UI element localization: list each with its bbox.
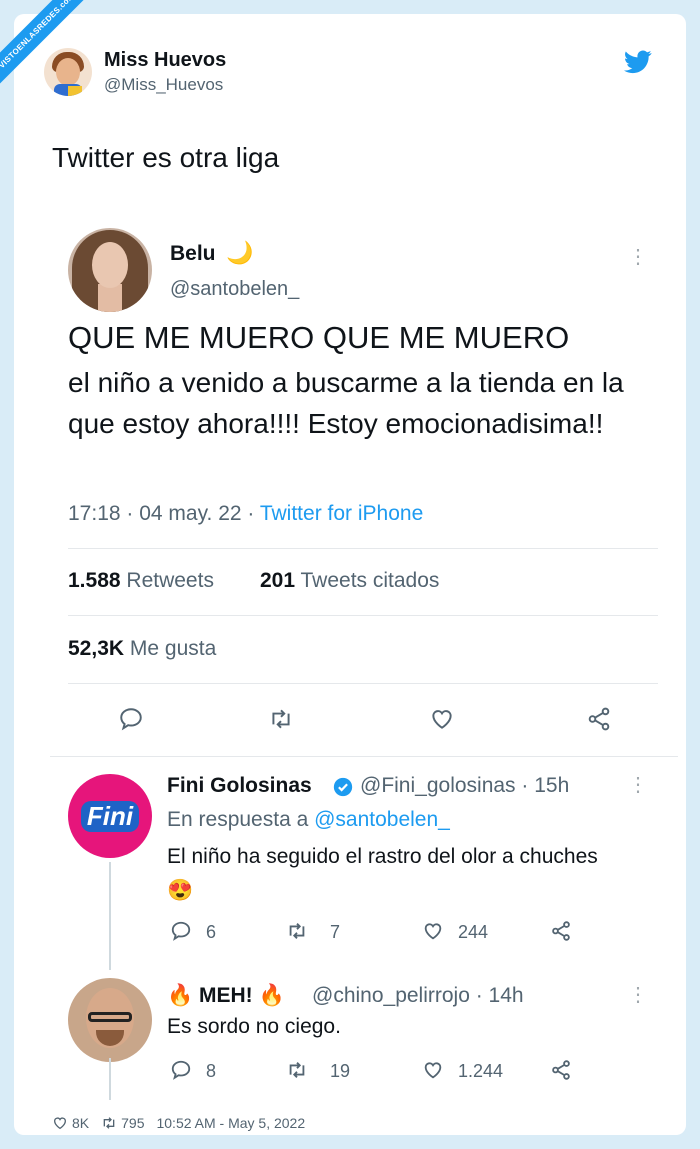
tweet-meta: 17:18 · 04 may. 22 · Twitter for iPhone xyxy=(68,502,423,526)
heart-icon[interactable] xyxy=(52,1115,68,1131)
moon-emoji: 🌙 xyxy=(226,240,254,265)
reply-author-name[interactable]: Fini Golosinas xyxy=(167,774,312,798)
reply-author-handle[interactable]: @chino_pelirrojo · 14h xyxy=(312,984,524,1008)
reply-to-link[interactable]: @santobelen_ xyxy=(314,808,450,831)
reply-text: El niño ha seguido el rastro del olor a … xyxy=(167,845,598,902)
reply-context: En respuesta a @santobelen_ xyxy=(167,808,450,831)
tweet-author-handle[interactable]: @santobelen_ xyxy=(170,278,299,301)
avatar[interactable]: Fini xyxy=(68,774,152,858)
like-count: 1.244 xyxy=(458,1061,504,1081)
twitter-bird-icon[interactable] xyxy=(624,50,652,74)
more-options-icon[interactable]: ⋮ xyxy=(628,982,648,1007)
watermark-text: VISTOENLASREDES.com xyxy=(0,0,91,85)
tweet-card: Miss Huevos @Miss_Huevos Twitter es otra… xyxy=(14,14,686,1135)
retweet-icon[interactable] xyxy=(286,1059,308,1081)
likes-stat[interactable]: 52,3K Me gusta xyxy=(68,637,216,661)
watermark-ribbon: VISTOENLASREDES.com xyxy=(0,0,110,110)
retweet-icon[interactable] xyxy=(101,1115,117,1131)
tweet-source-link[interactable]: Twitter for iPhone xyxy=(260,502,423,525)
heart-icon[interactable] xyxy=(422,920,444,942)
author-handle[interactable]: @Miss_Huevos xyxy=(104,75,226,95)
tweet-author-name[interactable]: Belu xyxy=(170,242,216,266)
tweet-text-line1: QUE ME MUERO QUE ME MUERO xyxy=(68,320,570,355)
tweet-time: 17:18 · 04 may. 22 · xyxy=(68,502,260,525)
reply-text: Es sordo no ciego. xyxy=(167,1015,341,1038)
share-icon[interactable] xyxy=(550,1059,572,1081)
share-icon[interactable] xyxy=(550,920,572,942)
reply-icon[interactable] xyxy=(118,706,144,732)
divider xyxy=(68,683,658,684)
thread-line xyxy=(109,1058,111,1100)
embedded-screenshot: Belu 🌙 @santobelen_ ⋮ QUE ME MUERO QUE M… xyxy=(50,206,678,1106)
reply-icon[interactable] xyxy=(170,920,192,942)
tweet-footer: 8K 795 10:52 AM - May 5, 2022 xyxy=(52,1115,305,1131)
avatar[interactable] xyxy=(68,978,152,1062)
footer-retweet-count: 795 xyxy=(121,1115,145,1131)
divider xyxy=(50,756,678,757)
heart-icon[interactable] xyxy=(429,706,455,732)
retweet-count: 19 xyxy=(330,1061,351,1081)
thread-line xyxy=(109,862,111,970)
footer-timestamp[interactable]: 10:52 AM - May 5, 2022 xyxy=(156,1115,305,1131)
reply-count: 8 xyxy=(206,1061,217,1081)
divider xyxy=(68,615,658,616)
heart-icon[interactable] xyxy=(422,1059,444,1081)
avatar[interactable] xyxy=(68,228,152,312)
retweet-count: 7 xyxy=(330,922,341,942)
outer-tweet-text: Twitter es otra liga xyxy=(52,142,280,173)
reply-author-handle[interactable]: @Fini_golosinas · 15h xyxy=(360,774,569,798)
tweet-text-body: el niño a venido a buscarme a la tienda … xyxy=(68,367,624,439)
quotes-stat[interactable]: 201 Tweets citados xyxy=(260,569,439,593)
footer-like-count: 8K xyxy=(72,1115,90,1131)
retweets-stat[interactable]: 1.588 Retweets xyxy=(68,569,214,593)
reply-author-name[interactable]: 🔥 MEH! 🔥 xyxy=(167,984,285,1008)
more-options-icon[interactable]: ⋮ xyxy=(628,244,648,269)
retweet-icon[interactable] xyxy=(286,920,308,942)
verified-badge-icon xyxy=(333,777,353,797)
reply-icon[interactable] xyxy=(170,1059,192,1081)
divider xyxy=(68,548,658,549)
share-icon[interactable] xyxy=(586,706,612,732)
reply-count: 6 xyxy=(206,922,217,942)
like-count: 244 xyxy=(458,922,489,942)
retweet-icon[interactable] xyxy=(268,706,294,732)
fini-logo: Fini xyxy=(80,800,140,832)
author-name[interactable]: Miss Huevos xyxy=(104,49,226,72)
more-options-icon[interactable]: ⋮ xyxy=(628,772,648,797)
